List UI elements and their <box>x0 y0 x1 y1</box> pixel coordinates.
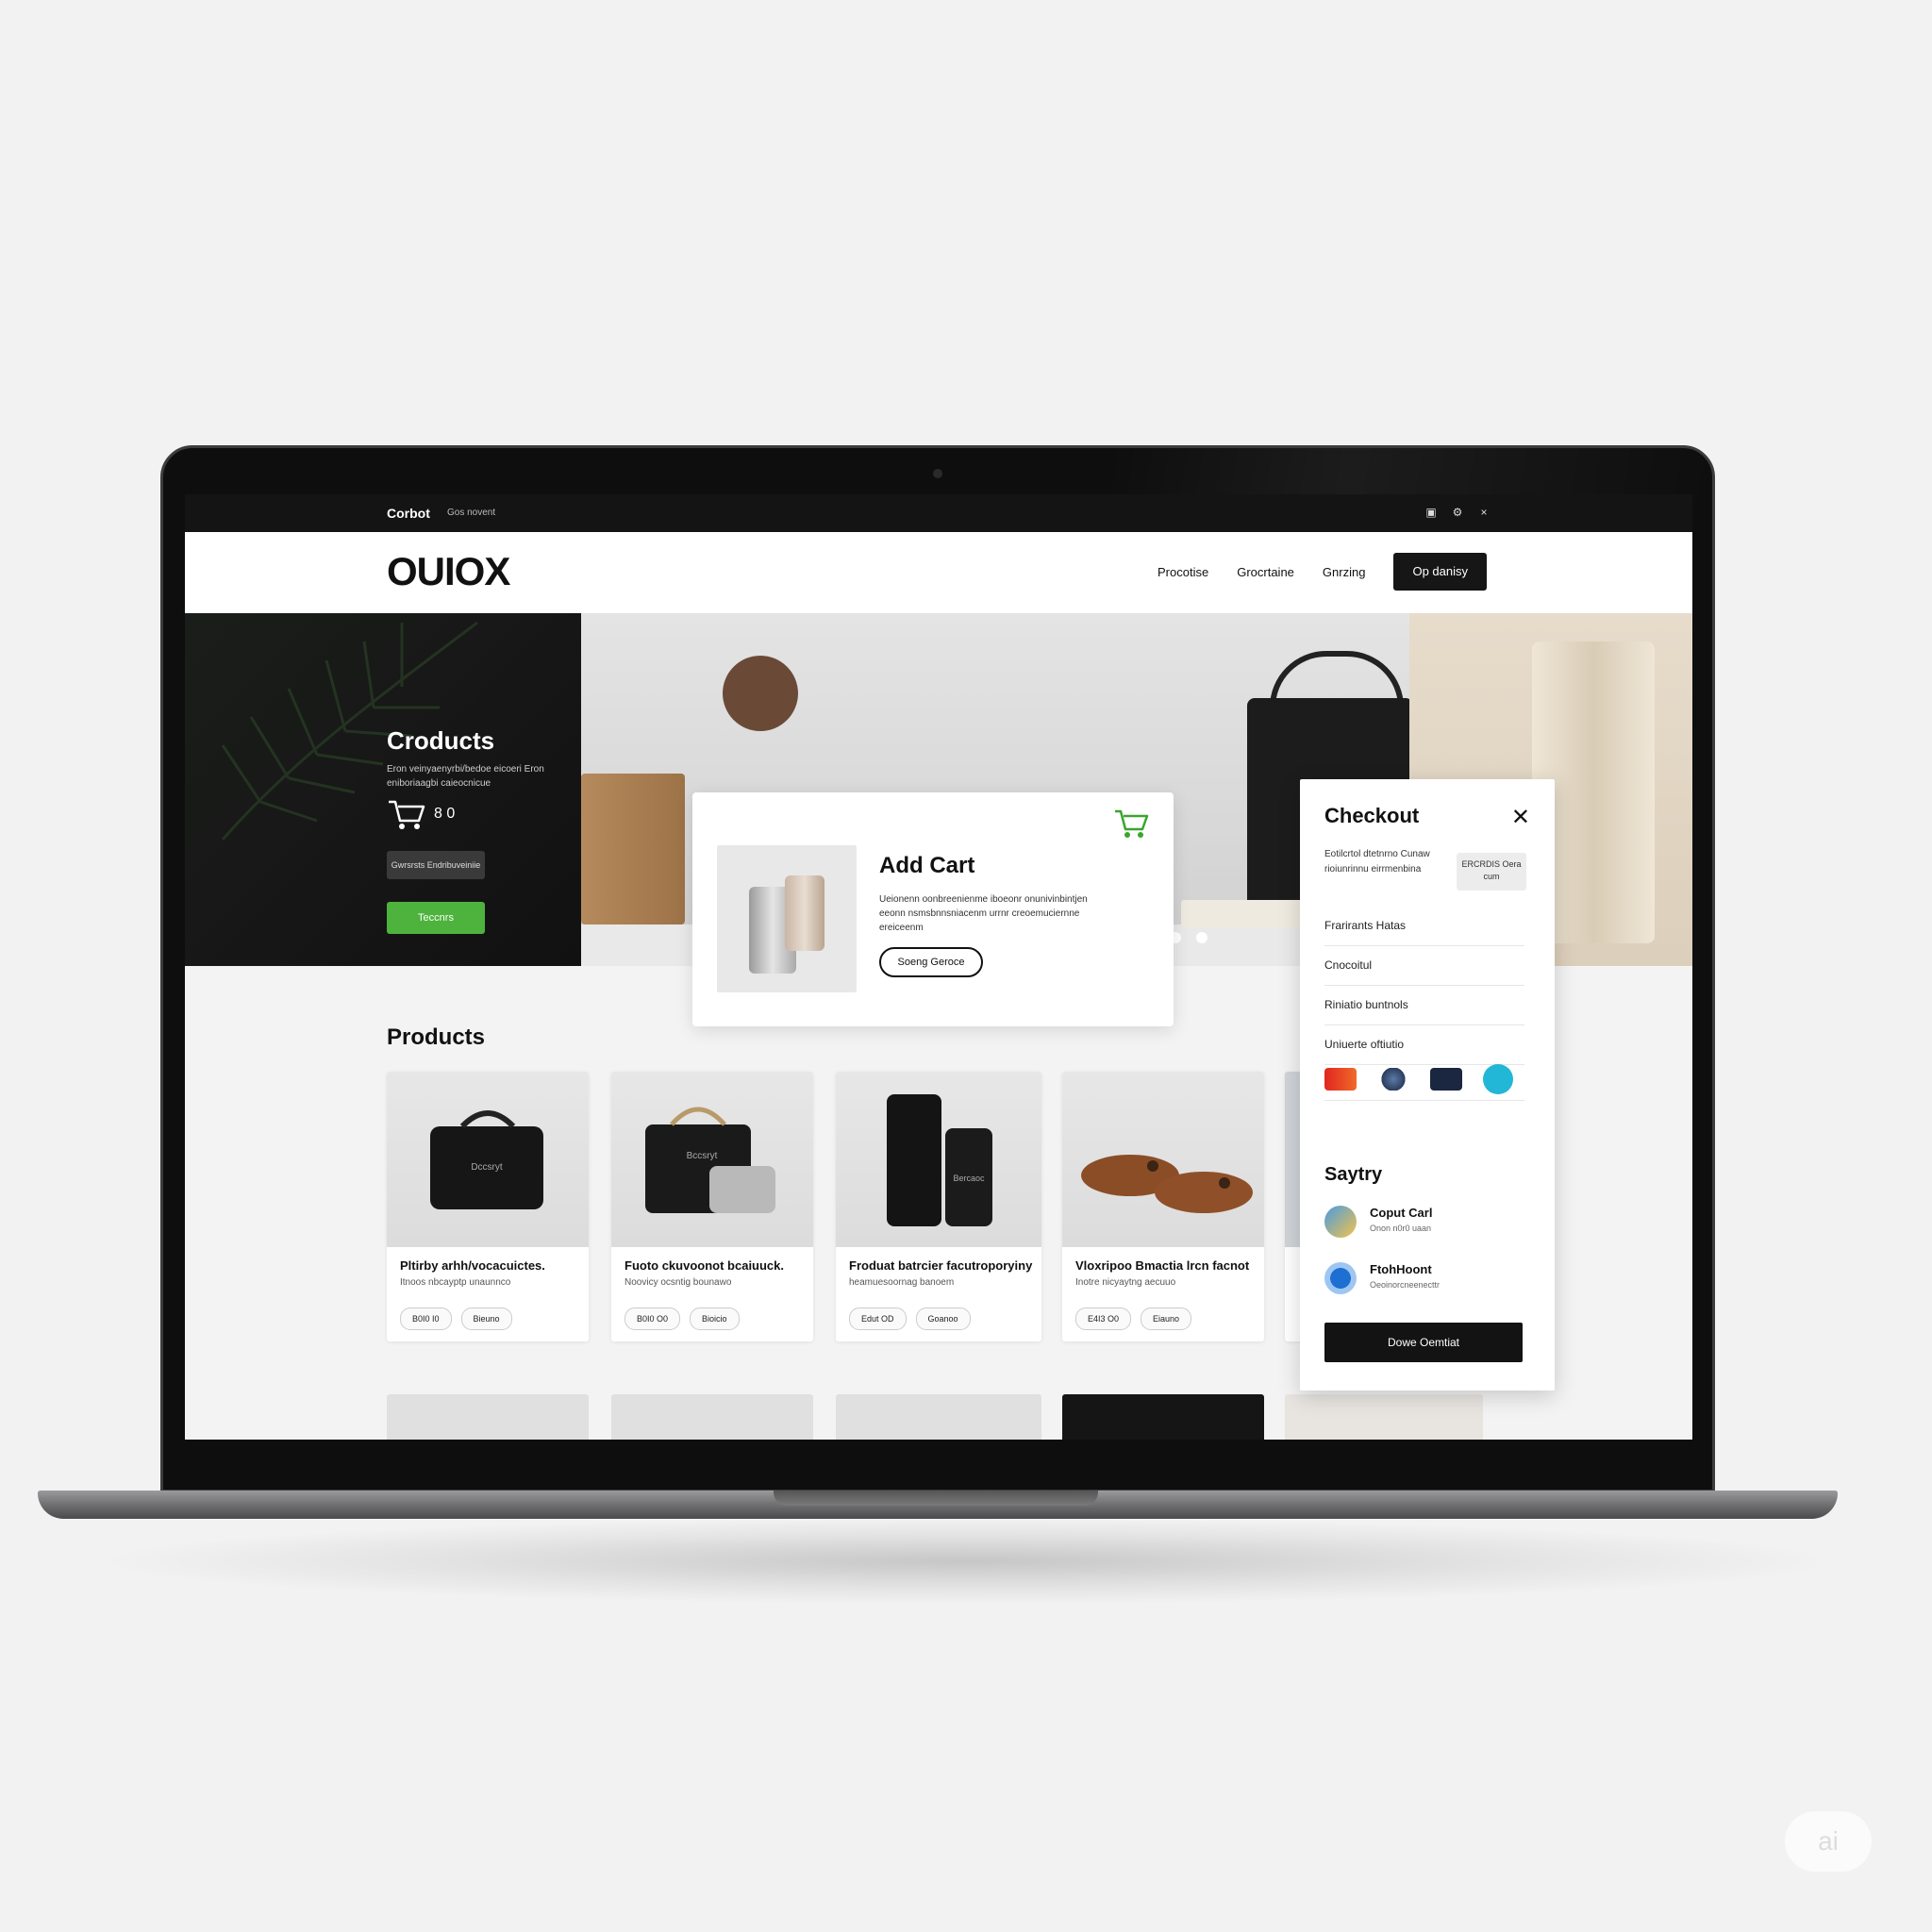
summary-item-meta: Oeoinorcneenecttr <box>1370 1280 1441 1290</box>
shield-app-icon <box>1324 1262 1357 1294</box>
nav-link-1[interactable]: Procotise <box>1158 565 1208 579</box>
products-heading: Products <box>387 1024 486 1050</box>
product-name[interactable]: Fuoto ckuvoonot bcaiuuck. <box>625 1258 784 1273</box>
action-pill[interactable]: Goanoo <box>915 1307 971 1330</box>
price-pill[interactable]: B0I0 O0 <box>625 1307 681 1330</box>
summary-item-name: Coput Carl <box>1370 1206 1433 1220</box>
hero-badge-button[interactable]: Gwrsrsts Endribuveiniie <box>387 851 485 879</box>
product-card[interactable]: Dccsryt Pltirby arhh/vocacuictes. Itnoos… <box>387 1072 589 1341</box>
hero-subtitle: Eron veinyaenyrbi/bedoe eicoeri Eron eni… <box>387 764 544 789</box>
close-icon[interactable]: ✕ <box>1511 804 1530 831</box>
checkout-option[interactable]: Cnocoitul <box>1324 945 1524 986</box>
checkout-description: Eotilcrtol dtetnrno Cunaw rioiunrinnu ei… <box>1324 849 1430 874</box>
account-icon[interactable]: ▣ <box>1424 506 1438 519</box>
action-pill[interactable]: Eiauno <box>1141 1307 1192 1330</box>
top-utility-bar: Corbot Gos novent ▣ ⚙ × <box>185 494 1692 532</box>
checkout-chip[interactable]: ERCRDIS Oera cum <box>1457 853 1526 891</box>
cart-count: 8 0 <box>434 806 456 822</box>
product-subtitle: Itnoos nbcayptp unaunnco <box>400 1277 511 1288</box>
header-cta-button[interactable]: Op danisy <box>1393 553 1487 591</box>
hero-primary-button[interactable]: Teccnrs <box>387 902 485 934</box>
product-card[interactable]: Vloxripoo Bmactia lrcn facnot Inotre nic… <box>1062 1072 1264 1341</box>
product-image-bag: Dccsryt <box>387 1072 589 1247</box>
summary-item[interactable]: Coput Carl Onon n0r0 uaan <box>1324 1206 1432 1238</box>
svg-text:Bercaoc: Bercaoc <box>953 1174 985 1183</box>
gpay-icon[interactable] <box>1377 1068 1409 1091</box>
product-card-row2[interactable] <box>1062 1394 1264 1440</box>
action-pill[interactable]: Bioicio <box>690 1307 740 1330</box>
product-subtitle: Inotre nicyaytng aecuuo <box>1075 1277 1176 1288</box>
chair-image <box>581 774 685 924</box>
add-to-cart-icon[interactable] <box>1113 808 1151 840</box>
hero-promo-panel: Croducts Eron veinyaenyrbi/bedoe eicoeri… <box>185 613 581 966</box>
hero-cart[interactable]: 8 0 <box>387 798 455 830</box>
settings-icon[interactable]: ⚙ <box>1451 506 1464 519</box>
nav-link-3[interactable]: Gnrzing <box>1323 565 1366 579</box>
checkout-option[interactable]: Uniuerte oftiutio <box>1324 1024 1524 1065</box>
product-card[interactable]: Bercaoc Froduat batrcier facutroporyiny … <box>836 1072 1041 1341</box>
product-subtitle: heamuesoornag banoem <box>849 1277 955 1288</box>
product-subtitle: Noovicy ocsntig bounawo <box>625 1277 732 1288</box>
product-name[interactable]: Pltirby arhh/vocacuictes. <box>400 1258 545 1273</box>
price-pill[interactable]: B0I0 I0 <box>400 1307 452 1330</box>
product-image-loafers <box>1062 1072 1264 1247</box>
add-cart-button[interactable]: Soeng Geroce <box>879 947 983 977</box>
add-cart-product-image <box>717 845 857 992</box>
summary-item[interactable]: FtohHoont Oeoinorcneenecttr <box>1324 1262 1440 1294</box>
card-red-icon[interactable] <box>1324 1068 1357 1091</box>
cart-icon <box>389 800 425 829</box>
add-cart-card: Add Cart Ueionenn oonbreenienme iboeonr … <box>692 792 1174 1026</box>
checkout-title: Checkout <box>1324 804 1420 827</box>
webcam-icon <box>933 469 942 478</box>
svg-text:Bccsryt: Bccsryt <box>687 1151 718 1161</box>
person-image <box>723 656 798 731</box>
laptop-hinge-notch <box>774 1491 1098 1506</box>
product-card-row2[interactable] <box>1285 1394 1483 1440</box>
product-card[interactable]: Bccsryt Fuoto ckuvoonot bcaiuuck. Noovic… <box>611 1072 813 1341</box>
product-name[interactable]: Froduat batrcier facutroporyiny <box>849 1258 1032 1273</box>
checkout-option[interactable]: Frarirants Hatas <box>1324 906 1524 946</box>
checkout-option[interactable]: Riniatio buntnols <box>1324 985 1524 1025</box>
action-pill[interactable]: Bieuno <box>460 1307 512 1330</box>
checkout-panel: Checkout ✕ Eotilcrtol dtetnrno Cunaw rio… <box>1300 779 1555 1391</box>
add-cart-description: Ueionenn oonbreenienme iboeonr onunivinb… <box>879 894 1088 933</box>
price-pill[interactable]: E4I3 O0 <box>1075 1307 1132 1330</box>
card-navy-icon[interactable] <box>1430 1068 1462 1091</box>
product-card-row2[interactable] <box>836 1394 1041 1440</box>
summary-title: Saytry <box>1324 1164 1383 1185</box>
nav-link-2[interactable]: Grocrtaine <box>1237 565 1294 579</box>
card-app-icon <box>1324 1206 1357 1238</box>
topbar-brand[interactable]: Corbot <box>387 506 430 521</box>
laptop-shadow <box>113 1519 1819 1604</box>
product-name[interactable]: Vloxripoo Bmactia lrcn facnot <box>1075 1258 1249 1273</box>
close-small-icon[interactable]: × <box>1477 506 1491 519</box>
carousel-dot[interactable] <box>1196 932 1208 943</box>
add-cart-title: Add Cart <box>879 853 975 878</box>
product-card-row2[interactable] <box>611 1394 813 1440</box>
summary-item-meta: Onon n0r0 uaan <box>1370 1224 1432 1233</box>
price-pill[interactable]: Edut OD <box>849 1307 907 1330</box>
topbar-tagline: Gos novent <box>447 508 496 518</box>
summary-item-name: FtohHoont <box>1370 1262 1432 1276</box>
product-image-bag-set: Bccsryt <box>611 1072 813 1247</box>
site-header: OUIOX Procotise Grocrtaine Gnrzing Op da… <box>185 532 1692 613</box>
site-logo[interactable]: OUIOX <box>387 549 510 594</box>
hero-title: Croducts <box>387 726 495 755</box>
checkout-confirm-button[interactable]: Dowe Oemtiat <box>1324 1323 1523 1362</box>
product-card-row2[interactable] <box>387 1394 589 1440</box>
ai-watermark: ai <box>1785 1811 1872 1872</box>
browser-screen: Corbot Gos novent ▣ ⚙ × OUIOX Procotise … <box>185 494 1692 1440</box>
product-image-canisters: Bercaoc <box>836 1072 1041 1247</box>
main-nav: Procotise Grocrtaine Gnrzing Op danisy <box>1158 553 1487 591</box>
svg-text:Dccsryt: Dccsryt <box>471 1162 503 1173</box>
